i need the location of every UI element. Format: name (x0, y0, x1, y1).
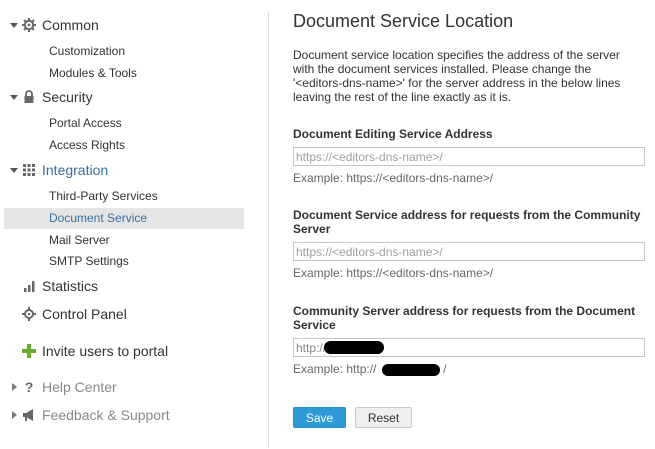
input-value: http:// (296, 341, 327, 355)
sidebar-item-label: Third-Party Services (49, 189, 158, 203)
control-panel-icon (22, 307, 36, 321)
sidebar-divider (268, 12, 269, 448)
page-title: Document Service Location (293, 11, 514, 31)
sidebar-item-label: Portal Access (49, 116, 122, 130)
sidebar-group-label: Integration (42, 162, 109, 178)
sidebar-group-label: Control Panel (42, 306, 127, 322)
sidebar-item-access-rights[interactable]: Access Rights (4, 135, 244, 156)
reset-button[interactable]: Reset (355, 407, 412, 428)
invite-users-label: Invite users to portal (42, 343, 169, 359)
docservice-from-community-input[interactable]: https://<editors-dns-name>/ (293, 242, 645, 261)
sidebar-item-modules-tools[interactable]: Modules & Tools (4, 63, 244, 84)
expand-down-icon[interactable] (10, 93, 18, 101)
sidebar-group-label: Statistics (42, 278, 99, 294)
expand-right-icon[interactable] (10, 383, 18, 391)
input-placeholder: https://<editors-dns-name>/ (296, 150, 443, 164)
sidebar-group-label: Common (42, 17, 99, 33)
sidebar-item-third-party-services[interactable]: Third-Party Services (4, 186, 244, 207)
document-editing-address-input[interactable]: https://<editors-dns-name>/ (293, 147, 645, 166)
sidebar-item-label: SMTP Settings (49, 254, 129, 268)
sidebar-group-label: Help Center (42, 379, 117, 395)
grid-icon (22, 163, 36, 177)
sidebar-item-label: Customization (49, 44, 126, 58)
sidebar-item-mail-server[interactable]: Mail Server (4, 230, 244, 251)
expand-down-icon[interactable] (10, 166, 18, 174)
input-placeholder: https://<editors-dns-name>/ (296, 245, 443, 259)
community-from-docservice-example: Example: http:// / (293, 362, 446, 376)
redacted-address (324, 341, 384, 354)
plus-icon (22, 344, 36, 358)
sidebar-group-label: Feedback & Support (42, 407, 170, 423)
document-editing-address-label: Document Editing Service Address (293, 127, 493, 141)
settings-sidebar: Common Customization Modules & Tools Sec… (0, 0, 262, 449)
expand-right-icon[interactable] (10, 411, 18, 419)
sidebar-item-customization[interactable]: Customization (4, 41, 244, 62)
document-editing-address-example: Example: https://<editors-dns-name>/ (293, 171, 494, 185)
sidebar-item-smtp-settings[interactable]: SMTP Settings (4, 251, 244, 272)
redacted-address (381, 363, 440, 376)
example-suffix: / (443, 362, 447, 376)
gear-icon (22, 18, 36, 32)
community-from-docservice-label: Community Server address for requests fr… (293, 304, 636, 332)
expand-down-icon[interactable] (10, 21, 18, 29)
page-description: Document service location specifies the … (293, 48, 621, 104)
docservice-from-community-example: Example: https://<editors-dns-name>/ (293, 266, 494, 280)
megaphone-icon (22, 408, 36, 422)
sidebar-item-label: Access Rights (49, 138, 126, 152)
sidebar-item-label: Mail Server (49, 233, 110, 247)
sidebar-group-label: Security (42, 89, 93, 105)
community-from-docservice-input[interactable]: http:// (293, 338, 645, 357)
save-button[interactable]: Save (293, 407, 346, 428)
question-icon: ? (24, 379, 34, 395)
example-prefix: Example: http:// (293, 362, 377, 376)
docservice-from-community-label: Document Service address for requests fr… (293, 208, 641, 236)
sidebar-item-label: Modules & Tools (49, 66, 137, 80)
bar-chart-icon (22, 279, 36, 293)
sidebar-item-document-service[interactable]: Document Service (4, 208, 244, 229)
lock-icon (22, 90, 36, 104)
sidebar-item-portal-access[interactable]: Portal Access (4, 113, 244, 134)
sidebar-item-label: Document Service (49, 211, 148, 225)
